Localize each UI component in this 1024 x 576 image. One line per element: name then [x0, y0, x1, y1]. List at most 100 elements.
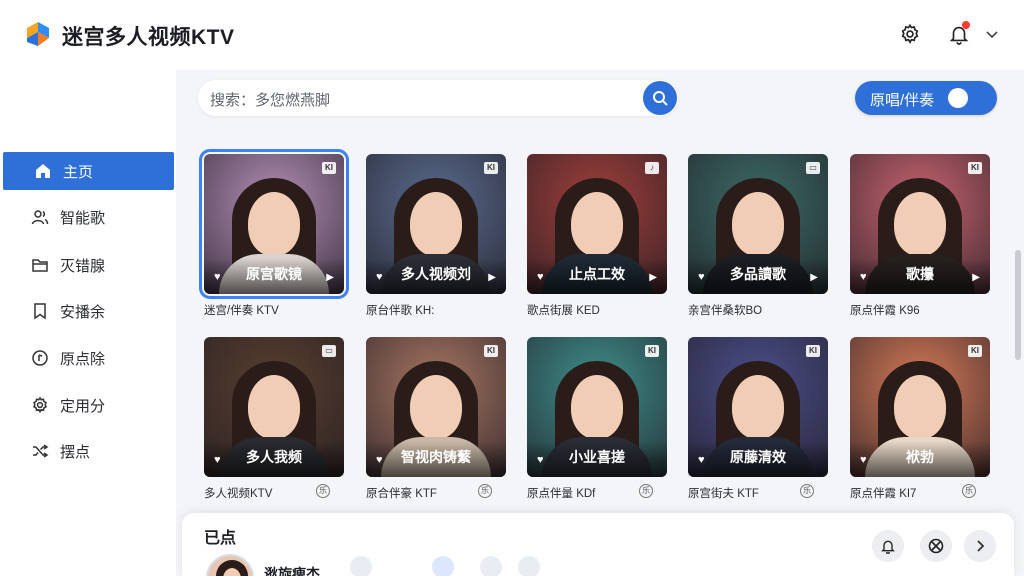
- sidebar: 主页 智能歌 灭错腺 安播余 原点除 定用分 摆点: [0, 70, 176, 576]
- quality-badge: KI: [645, 345, 659, 357]
- song-title: 歌攥: [906, 266, 934, 282]
- chevron-down-icon[interactable]: [980, 22, 1004, 46]
- users-icon: [30, 207, 50, 227]
- song-title: 智视肉铸蘩: [401, 449, 471, 465]
- artist-face: [248, 192, 300, 256]
- song-thumbnail[interactable]: KI ♥ 小业喜搓: [527, 337, 667, 477]
- song-title: 多人我频: [246, 449, 302, 465]
- artist-face: [410, 192, 462, 256]
- artist-face: [410, 375, 462, 439]
- song-thumbnail[interactable]: KI ♥ ▶ 歌攥: [850, 154, 990, 294]
- sidebar-item-label: 安播余: [60, 303, 106, 321]
- artist-face: [732, 375, 784, 439]
- app-title: 迷宫多人视频KTV: [62, 26, 235, 49]
- scrollbar[interactable]: [1015, 250, 1021, 360]
- sidebar-item-smart-songs[interactable]: 智能歌: [0, 198, 174, 236]
- original-accompaniment-toggle[interactable]: 原唱/伴奏: [855, 81, 997, 115]
- song-thumbnail[interactable]: KI ♥ 袱勃: [850, 337, 990, 477]
- dock-control[interactable]: [480, 556, 502, 576]
- sidebar-item-home[interactable]: 主页: [3, 152, 174, 190]
- quality-badge: KI: [322, 162, 336, 174]
- song-title: 袱勃: [906, 449, 934, 465]
- quality-badge: KI: [484, 162, 498, 174]
- quality-badge: KI: [968, 162, 982, 174]
- next-button[interactable]: [964, 530, 996, 562]
- search-bar[interactable]: 搜索：多您燃燕脚: [198, 80, 678, 116]
- cancel-icon: [928, 538, 944, 554]
- artist-face: [894, 375, 946, 439]
- bell-icon[interactable]: [947, 21, 971, 46]
- info-icon[interactable]: 乐: [639, 484, 653, 498]
- gear-icon: [30, 395, 50, 415]
- bell-icon: [881, 540, 895, 554]
- quality-badge: KI: [806, 345, 820, 357]
- top-bar: 迷宫多人视频KTV: [0, 0, 1024, 70]
- dock-control[interactable]: [518, 556, 540, 576]
- gear-icon[interactable]: [898, 22, 922, 46]
- song-thumbnail[interactable]: ♪ ♥ ▶ 止点工效: [527, 154, 667, 294]
- song-thumbnail[interactable]: KI ♥ 智视肉铸蘩: [366, 337, 506, 477]
- song-caption: 原台伴歌 KH:: [366, 305, 435, 317]
- home-icon: [33, 161, 53, 181]
- sidebar-item-disc[interactable]: 原点除: [0, 339, 174, 377]
- bell-button[interactable]: [872, 530, 904, 562]
- sidebar-item-label: 定用分: [60, 397, 106, 415]
- cancel-button[interactable]: [920, 530, 952, 562]
- song-title: 原宫歌镜: [246, 266, 302, 282]
- song-title: 止点工效: [569, 266, 625, 282]
- bookmark-icon: [30, 301, 50, 321]
- sidebar-item-bookmark[interactable]: 安播余: [0, 292, 174, 330]
- search-button[interactable]: [643, 81, 677, 115]
- quality-badge: ▭: [322, 345, 336, 357]
- song-caption: 原点伴霞 K96: [850, 305, 920, 317]
- dock-control[interactable]: [432, 556, 454, 576]
- sidebar-item-label: 智能歌: [60, 209, 106, 227]
- song-thumbnail[interactable]: KI ♥ ▶ 多人视频刘: [366, 154, 506, 294]
- toggle-label: 原唱/伴奏: [870, 92, 935, 109]
- artist-face: [571, 375, 623, 439]
- info-icon[interactable]: 乐: [316, 484, 330, 498]
- sidebar-item-label: 灭错腺: [60, 257, 106, 275]
- queue-dock: 已点 逖旋痺杰: [182, 513, 1014, 576]
- sidebar-item-shuffle[interactable]: 摆点: [0, 432, 174, 470]
- song-caption: 亲宫伴桑软BO: [688, 305, 763, 317]
- song-caption: 迷宫/伴奏 KTV: [204, 305, 279, 317]
- song-thumbnail[interactable]: KI ♥ 原藤清效: [688, 337, 828, 477]
- artist-face: [248, 375, 300, 439]
- dock-control[interactable]: [350, 556, 372, 576]
- disc-icon: [30, 348, 50, 368]
- song-caption: 歌点街展 KED: [527, 305, 600, 317]
- quality-badge: KI: [484, 345, 498, 357]
- song-title: 多人视频刘: [401, 266, 471, 282]
- song-title: 多品讀歌: [730, 266, 786, 282]
- avatar: [206, 554, 254, 576]
- toggle-knob: [948, 88, 968, 108]
- info-icon[interactable]: 乐: [962, 484, 976, 498]
- info-icon[interactable]: 乐: [478, 484, 492, 498]
- sidebar-item-label: 主页: [63, 163, 94, 181]
- search-icon: [653, 91, 668, 106]
- app-logo-icon: [27, 22, 49, 46]
- artist-face: [894, 192, 946, 256]
- artist-face: [571, 192, 623, 256]
- song-thumbnail[interactable]: KI ♥ ▶ 原宫歌镜: [199, 149, 349, 299]
- quality-badge: KI: [968, 345, 982, 357]
- dock-title: 已点: [204, 530, 237, 547]
- artist-face: [732, 192, 784, 256]
- search-input[interactable]: 搜索：多您燃燕脚: [210, 89, 330, 110]
- sidebar-item-folder[interactable]: 灭错腺: [0, 246, 174, 284]
- info-icon[interactable]: 乐: [800, 484, 814, 498]
- folder-icon: [30, 255, 50, 275]
- now-playing-title: 逖旋痺杰: [264, 566, 320, 576]
- sidebar-item-label: 摆点: [60, 443, 91, 461]
- song-title: 原藤清效: [730, 449, 786, 465]
- notification-dot: [962, 21, 970, 29]
- quality-badge: ♪: [645, 162, 659, 174]
- song-thumbnail[interactable]: ▭ ♥ ▶ 多品讀歌: [688, 154, 828, 294]
- shuffle-icon: [30, 441, 50, 461]
- song-thumbnail[interactable]: ▭ ♥ 多人我频: [204, 337, 344, 477]
- song-title: 小业喜搓: [569, 449, 625, 465]
- sidebar-item-label: 原点除: [60, 350, 106, 368]
- chevron-right-icon: [977, 540, 985, 552]
- sidebar-item-settings[interactable]: 定用分: [0, 386, 174, 424]
